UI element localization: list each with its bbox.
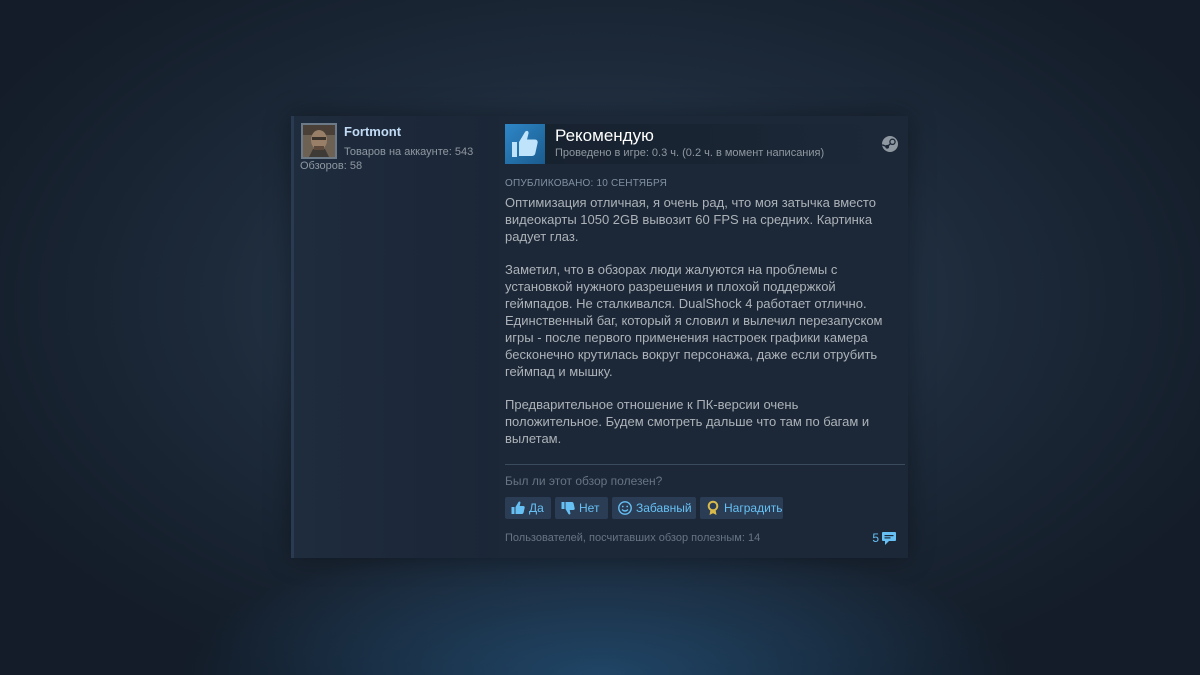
vote-funny-label: Забавный — [636, 501, 692, 515]
comment-icon — [882, 532, 896, 545]
thumbs-up-icon — [505, 124, 545, 164]
review-card: Fortmont Товаров на аккаунте: 543 Обзоро… — [291, 116, 908, 558]
vote-header: Рекомендую Проведено в игре: 0.3 ч. (0.2… — [505, 124, 905, 164]
vote-no-button[interactable]: Нет — [555, 497, 608, 519]
thumbs-up-icon — [510, 500, 526, 516]
vote-no-label: Нет — [579, 501, 600, 515]
comments-link[interactable]: 5 — [867, 531, 897, 547]
comment-count: 5 — [872, 531, 879, 545]
smiley-icon — [617, 500, 633, 516]
reviews-count[interactable]: Обзоров: 58 — [300, 160, 362, 172]
award-icon — [705, 500, 721, 516]
divider — [505, 464, 905, 465]
helpful-question: Был ли этот обзор полезен? — [505, 474, 663, 488]
vote-yes-button[interactable]: Да — [505, 497, 551, 519]
thumbs-down-icon — [560, 500, 576, 516]
review-verdict[interactable]: Рекомендую — [555, 126, 654, 146]
review-paragraph: Заметил, что в обзорах люди жалуются на … — [505, 262, 883, 379]
vote-funny-button[interactable]: Забавный — [612, 497, 696, 519]
steam-icon — [881, 135, 899, 158]
award-label: Наградить — [724, 501, 783, 515]
award-button[interactable]: Наградить — [700, 497, 783, 519]
review-body: Рекомендую Проведено в игре: 0.3 ч. (0.2… — [505, 116, 905, 558]
author-name[interactable]: Fortmont — [344, 124, 401, 139]
review-text: Оптимизация отличная, я очень рад, что м… — [505, 194, 895, 463]
posted-date: Опубликовано: 10 сентября — [505, 178, 668, 189]
user-avatar[interactable] — [301, 123, 337, 159]
vote-yes-label: Да — [529, 501, 544, 515]
author-panel: Fortmont Товаров на аккаунте: 543 Обзоро… — [291, 116, 499, 558]
products-owned[interactable]: Товаров на аккаунте: 543 — [344, 146, 473, 158]
review-paragraph: Предварительное отношение к ПК-версии оч… — [505, 397, 870, 446]
playtime: Проведено в игре: 0.3 ч. (0.2 ч. в момен… — [555, 147, 825, 159]
review-paragraph: Оптимизация отличная, я очень рад, что м… — [505, 195, 876, 244]
helpful-count: Пользователей, посчитавших обзор полезны… — [505, 532, 761, 544]
